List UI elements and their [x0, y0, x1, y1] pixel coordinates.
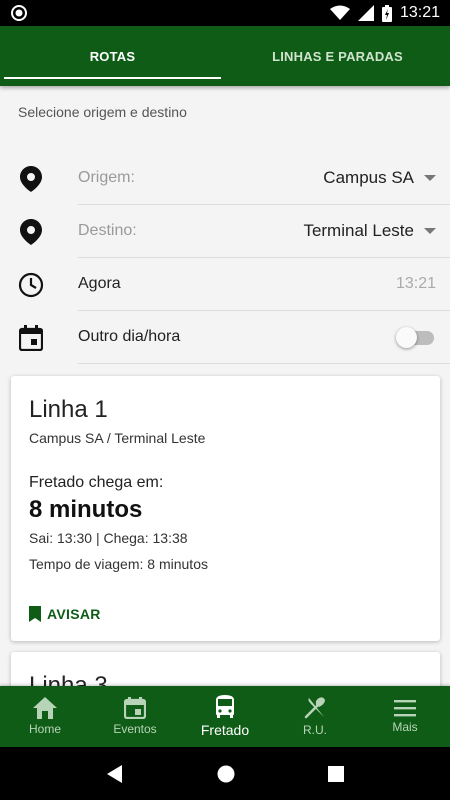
home-circle-icon[interactable]	[217, 765, 235, 783]
signal-icon	[357, 5, 374, 21]
home-icon	[33, 697, 57, 719]
recents-icon[interactable]	[327, 765, 344, 782]
destination-label: Destino:	[78, 222, 137, 239]
bus-icon	[216, 695, 234, 718]
dropdown-arrow-icon	[424, 175, 436, 181]
calendar-icon	[19, 324, 43, 351]
route-subtitle: Selecione origem e destino	[18, 104, 187, 120]
nav-eventos[interactable]: Eventos	[90, 686, 180, 747]
tab-rotas[interactable]: ROTAS	[0, 26, 225, 86]
destination-row[interactable]: Destino: Terminal Leste	[0, 205, 450, 258]
origin-label: Origem:	[78, 169, 135, 186]
nav-mais[interactable]: Mais	[360, 686, 450, 747]
card-line-title: Linha 3	[29, 672, 108, 686]
destination-value: Terminal Leste	[303, 221, 414, 240]
card-times: Sai: 13:30 | Chega: 13:38	[29, 530, 188, 546]
origin-row[interactable]: Origem: Campus SA	[0, 152, 450, 205]
main-content: Selecione origem e destino Origem: Campu…	[0, 86, 450, 686]
card-minutes: 8 minutos	[29, 496, 143, 523]
nav-eventos-label: Eventos	[113, 722, 157, 736]
clock-icon	[18, 272, 44, 297]
other-time-row[interactable]: Outro dia/hora	[0, 311, 450, 364]
dropdown-arrow-icon	[424, 228, 436, 234]
tab-linhas-e-paradas[interactable]: LINHAS E PARADAS	[225, 26, 450, 86]
route-card[interactable]: Linha 3	[11, 652, 440, 686]
location-pin-icon	[20, 218, 42, 245]
nav-fretado-label: Fretado	[200, 722, 250, 738]
status-bar: 13:21	[0, 0, 450, 26]
origin-value: Campus SA	[323, 168, 414, 187]
other-time-label: Outro dia/hora	[78, 328, 181, 345]
calendar-icon	[124, 697, 146, 719]
notification-dot-icon	[11, 5, 27, 21]
nav-home[interactable]: Home	[0, 686, 90, 747]
bookmark-icon	[29, 606, 41, 622]
notify-label: AVISAR	[47, 606, 101, 622]
status-time: 13:21	[399, 4, 440, 21]
card-arrive-label: Fretado chega em:	[29, 474, 164, 491]
now-row[interactable]: Agora 13:21	[0, 258, 450, 311]
top-tabs: ROTAS LINHAS E PARADAS	[0, 26, 450, 86]
location-pin-icon	[20, 165, 42, 192]
nav-mais-label: Mais	[392, 720, 418, 734]
menu-icon	[394, 700, 416, 717]
destination-select[interactable]: Terminal Leste	[303, 221, 436, 241]
card-route: Campus SA / Terminal Leste	[29, 430, 206, 446]
battery-icon	[381, 4, 392, 22]
origin-select[interactable]: Campus SA	[323, 168, 436, 188]
nav-home-label: Home	[28, 722, 61, 736]
route-card[interactable]: Linha 1 Campus SA / Terminal Leste Freta…	[11, 376, 440, 641]
card-line-title: Linha 1	[29, 396, 108, 423]
card-travel-time: Tempo de viagem: 8 minutos	[29, 556, 208, 572]
toggle-thumb	[396, 327, 417, 348]
back-icon[interactable]	[106, 764, 124, 783]
nav-ru[interactable]: R.U.	[270, 686, 360, 747]
restaurant-icon	[304, 697, 325, 719]
now-time: 13:21	[395, 275, 436, 292]
wifi-icon	[329, 5, 350, 20]
system-navigation-bar	[0, 747, 450, 800]
now-label: Agora	[78, 275, 121, 292]
nav-fretado[interactable]: Fretado	[180, 686, 270, 747]
other-time-toggle[interactable]	[396, 327, 436, 348]
bottom-navigation: Home Eventos Fretado R.U. Mais	[0, 686, 450, 747]
notify-button[interactable]: AVISAR	[29, 606, 101, 622]
nav-ru-label: R.U.	[303, 723, 327, 737]
